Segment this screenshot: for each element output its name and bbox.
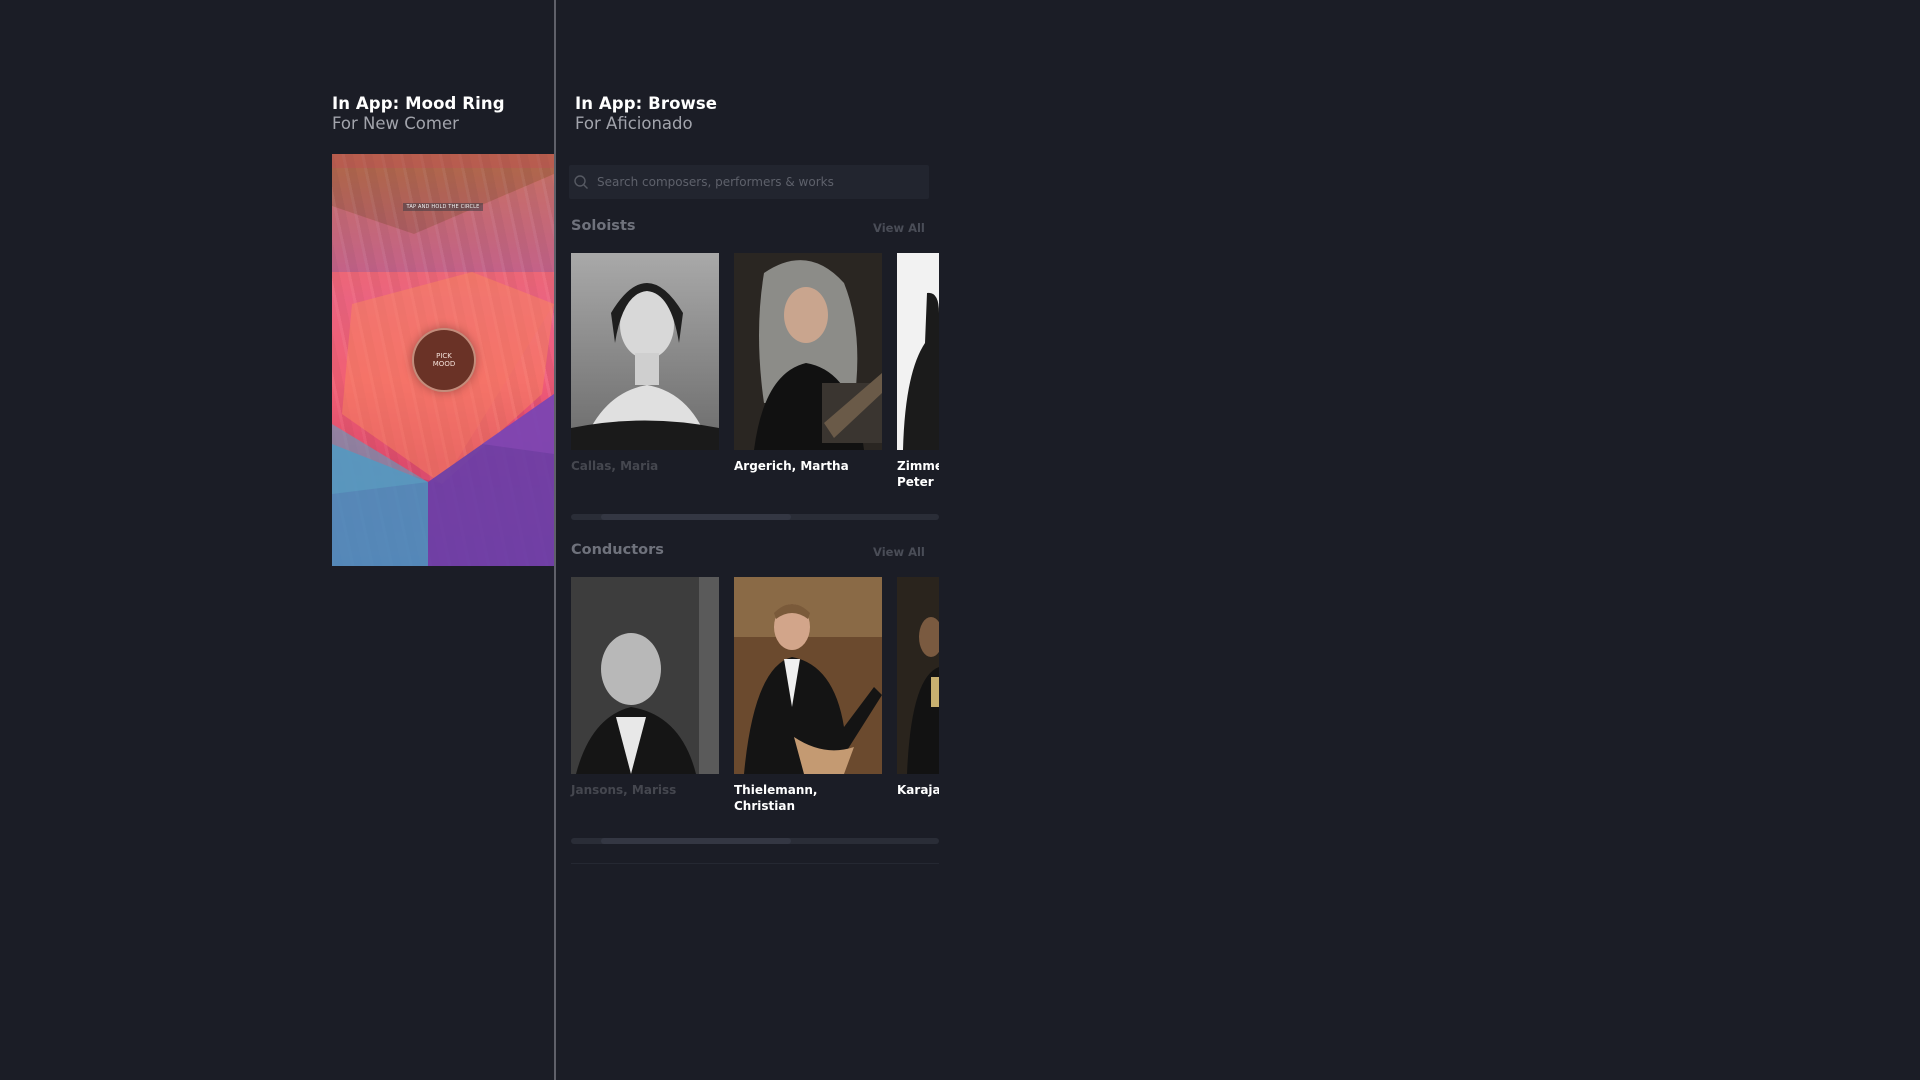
presentation-slide: In App: Mood Ring For New Comer TAP AND … bbox=[0, 0, 1920, 1080]
conductor-card[interactable]: Karajan bbox=[897, 577, 939, 798]
conductor-photo bbox=[734, 577, 882, 774]
browse-heading: In App: Browse For Aficionado bbox=[575, 94, 717, 134]
search-input[interactable] bbox=[595, 174, 899, 190]
mood-instruction: TAP AND HOLD THE CIRCLE bbox=[332, 193, 554, 212]
conductor-photo bbox=[571, 577, 719, 774]
conductor-name: Thielemann, Christian bbox=[734, 783, 818, 813]
conductor-name: Karajan bbox=[897, 783, 939, 797]
pick-mood-label-line2: MOOD bbox=[432, 360, 456, 368]
conductors-scrollbar[interactable] bbox=[571, 838, 939, 844]
pick-mood-button[interactable]: PICK MOOD bbox=[412, 328, 476, 392]
conductors-view-all-link[interactable]: View All bbox=[873, 545, 925, 559]
soloist-name: Zimme Peter bbox=[897, 459, 939, 489]
conductors-row: Jansons, Mariss Thielemann, Christian Ka… bbox=[571, 577, 939, 817]
mood-ring-title: In App: Mood Ring bbox=[332, 94, 505, 113]
soloist-photo bbox=[734, 253, 882, 450]
soloist-card[interactable]: Argerich, Martha bbox=[734, 253, 882, 474]
mood-ring-screen: TAP AND HOLD THE CIRCLE PICK MOOD bbox=[332, 154, 554, 566]
browse-subtitle: For Aficionado bbox=[575, 114, 693, 133]
soloist-photo bbox=[897, 253, 939, 450]
soloists-title: Soloists bbox=[571, 218, 636, 234]
browse-title: In App: Browse bbox=[575, 94, 718, 113]
soloists-view-all-link[interactable]: View All bbox=[873, 221, 925, 235]
scrollbar-thumb[interactable] bbox=[601, 514, 791, 520]
soloists-scrollbar[interactable] bbox=[571, 514, 939, 520]
section-divider bbox=[554, 0, 556, 1080]
conductor-card[interactable]: Jansons, Mariss bbox=[571, 577, 719, 798]
search-bar[interactable] bbox=[569, 165, 929, 199]
section-separator bbox=[571, 863, 939, 864]
conductor-name: Jansons, Mariss bbox=[571, 783, 677, 797]
soloist-card[interactable]: Callas, Maria bbox=[571, 253, 719, 474]
mood-ring-heading: In App: Mood Ring For New Comer bbox=[332, 94, 505, 134]
mood-ring-subtitle: For New Comer bbox=[332, 114, 459, 133]
pick-mood-label-line1: PICK bbox=[436, 352, 452, 360]
conductor-photo bbox=[897, 577, 939, 774]
soloists-row: Callas, Maria Argerich, Martha Zimme Pet… bbox=[571, 253, 939, 493]
soloist-name: Argerich, Martha bbox=[734, 459, 849, 473]
search-icon bbox=[574, 175, 588, 189]
browse-screen: Soloists View All bbox=[569, 160, 939, 880]
mood-instruction-text: TAP AND HOLD THE CIRCLE bbox=[403, 203, 483, 211]
soloist-photo bbox=[571, 253, 719, 450]
conductors-title: Conductors bbox=[571, 542, 664, 558]
soloist-name: Callas, Maria bbox=[571, 459, 659, 473]
conductor-card[interactable]: Thielemann, Christian bbox=[734, 577, 882, 814]
scrollbar-thumb[interactable] bbox=[601, 838, 791, 844]
soloist-card[interactable]: Zimme Peter bbox=[897, 253, 939, 490]
